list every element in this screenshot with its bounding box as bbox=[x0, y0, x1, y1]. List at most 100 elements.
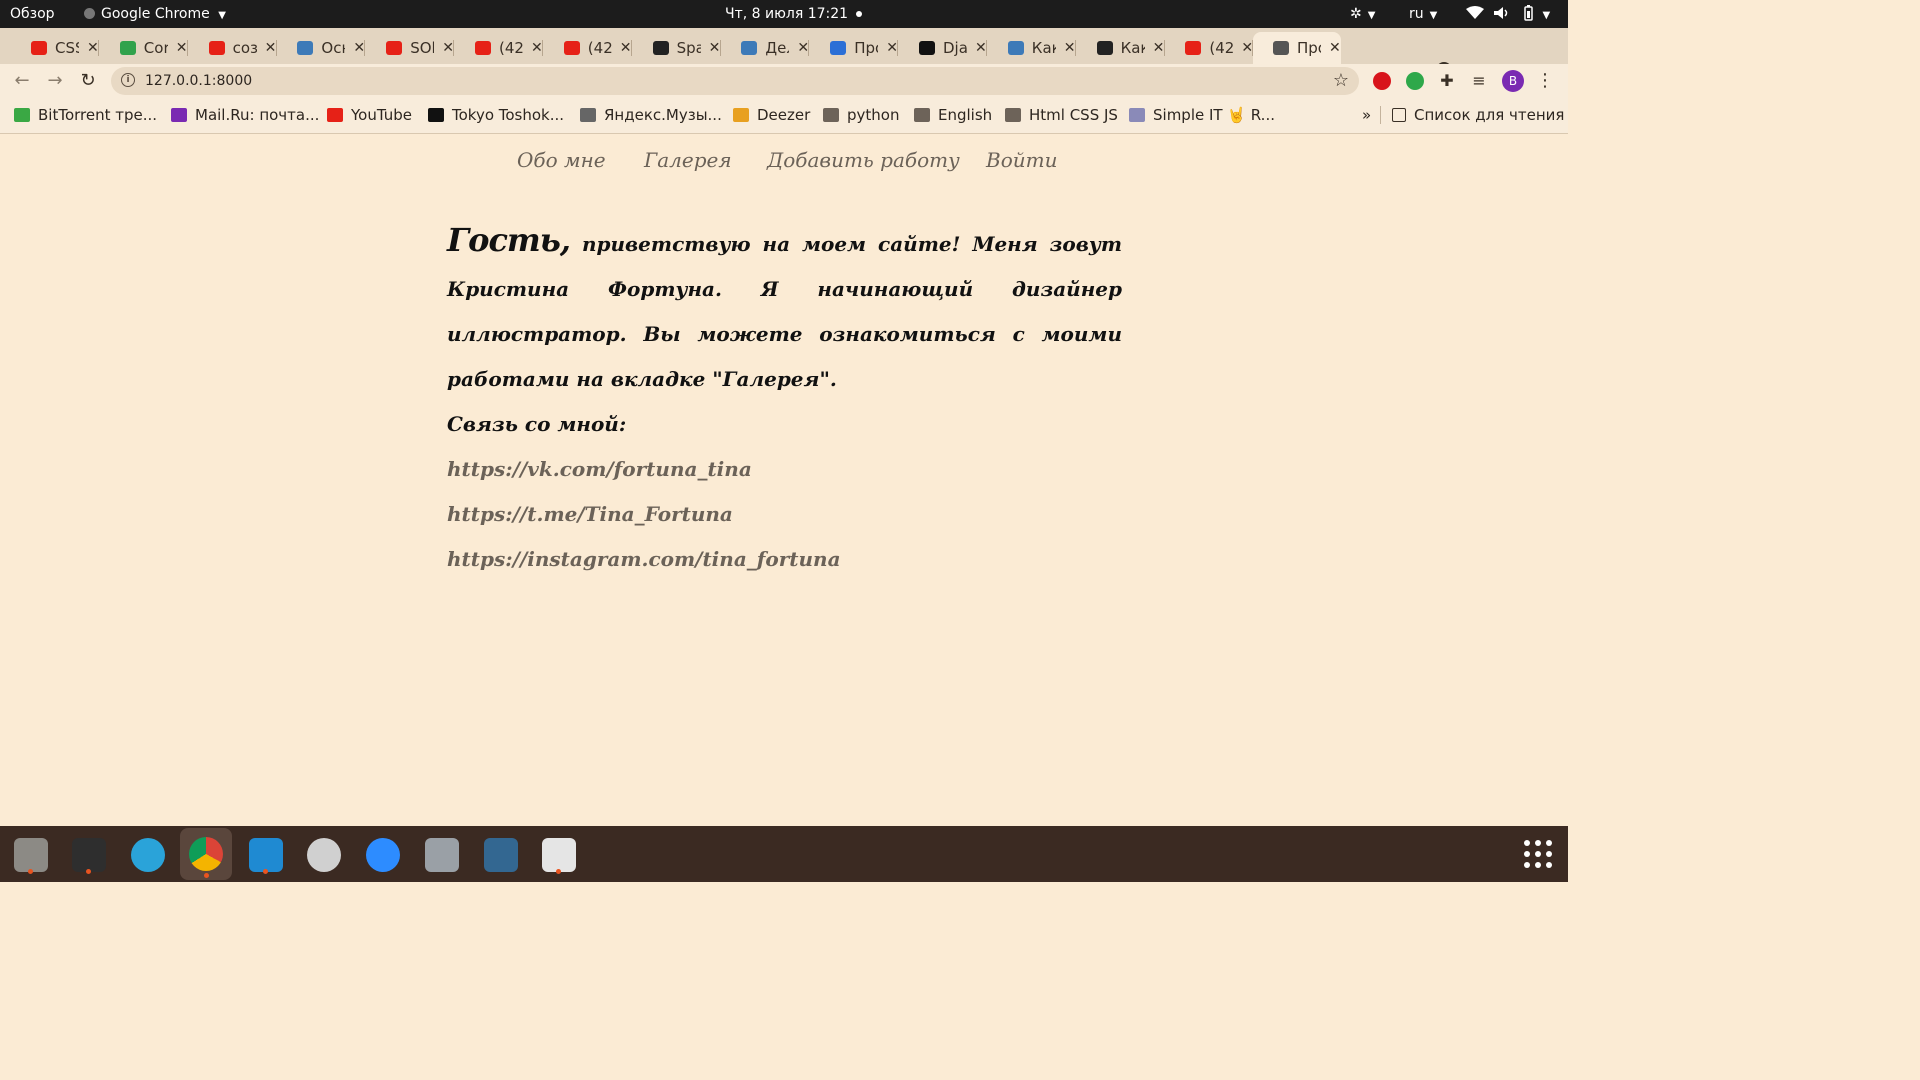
back-arrow-icon[interactable]: ← bbox=[9, 68, 35, 94]
zoom-icon[interactable] bbox=[360, 832, 404, 876]
tab-2[interactable]: Cor ✕ bbox=[100, 32, 188, 64]
app-menu[interactable]: Google Chrome ▼ bbox=[84, 0, 226, 28]
browser-toolbar: ← → ↻ i 127.0.0.1:8000 ☆ ✚ ≡ B ⋮ bbox=[0, 64, 1568, 98]
bookmark-4[interactable]: Tokyo Toshok... bbox=[428, 98, 564, 132]
tab-10[interactable]: Про ✕ bbox=[810, 32, 899, 64]
disk-tool-icon-glyph bbox=[307, 838, 341, 872]
activities-button[interactable]: Обзор bbox=[10, 0, 55, 28]
tab-close-icon[interactable]: ✕ bbox=[1064, 38, 1076, 58]
tab-6[interactable]: (42 ✕ bbox=[455, 32, 543, 64]
database-icon[interactable] bbox=[419, 832, 463, 876]
tab-7[interactable]: (42 ✕ bbox=[544, 32, 632, 64]
tab-14[interactable]: (42 ✕ bbox=[1165, 32, 1254, 64]
clock[interactable]: Чт, 8 июля 17:21 bbox=[725, 0, 863, 28]
tab-close-icon[interactable]: ✕ bbox=[709, 38, 721, 58]
vk-link[interactable]: https://vk.com/fortuna_tina bbox=[447, 447, 1122, 492]
tab-12[interactable]: Как ✕ bbox=[988, 32, 1076, 64]
tab-4[interactable]: Осн ✕ bbox=[277, 32, 366, 64]
tab-close-icon[interactable]: ✕ bbox=[620, 38, 632, 58]
forward-arrow-icon[interactable]: → bbox=[42, 68, 68, 94]
site-info-icon[interactable]: i bbox=[121, 73, 135, 87]
telegram-link[interactable]: https://t.me/Tina_Fortuna bbox=[447, 492, 1122, 537]
tab-9[interactable]: Дел ✕ bbox=[721, 32, 810, 64]
play-icon bbox=[580, 108, 596, 122]
youtube-icon bbox=[208, 41, 225, 55]
tab-5[interactable]: SOl ✕ bbox=[366, 32, 455, 64]
tab-close-icon[interactable]: ✕ bbox=[353, 38, 365, 58]
reading-list-label: Список для чтения bbox=[1414, 106, 1565, 124]
bookmark-label: Tokyo Toshok... bbox=[452, 106, 565, 124]
nav-gallery[interactable]: Галерея bbox=[644, 148, 732, 172]
tab-close-icon[interactable]: ✕ bbox=[975, 38, 987, 58]
bookmarks-overflow-button[interactable]: » bbox=[1362, 98, 1371, 132]
extensions-puzzle-icon[interactable]: ✚ bbox=[1434, 68, 1460, 94]
bookmark-label: Mail.Ru: почта... bbox=[195, 106, 320, 124]
text-editor-icon[interactable] bbox=[536, 832, 580, 876]
tab-close-icon[interactable]: ✕ bbox=[1329, 38, 1341, 58]
bookmark-5[interactable]: Яндекс.Музы... bbox=[580, 98, 722, 132]
files-icon[interactable] bbox=[8, 832, 52, 876]
chrome-icon[interactable] bbox=[180, 828, 232, 880]
ubuntu-dock bbox=[0, 826, 1568, 882]
postgresql-icon[interactable] bbox=[478, 832, 522, 876]
globe-icon bbox=[1273, 41, 1289, 55]
reload-icon[interactable]: ↻ bbox=[75, 68, 101, 94]
folder-icon bbox=[1005, 108, 1021, 122]
reading-list-button[interactable]: Список для чтения bbox=[1392, 98, 1564, 132]
media-control-icon[interactable]: ≡ bbox=[1466, 68, 1492, 94]
telegram-icon[interactable] bbox=[125, 832, 169, 876]
tokyo-icon bbox=[428, 108, 444, 122]
bookmark-9[interactable]: Html CSS JS bbox=[1005, 98, 1118, 132]
tab-13[interactable]: Как ✕ bbox=[1077, 32, 1165, 64]
bookmark-7[interactable]: python bbox=[823, 98, 899, 132]
stripe-icon bbox=[830, 41, 847, 55]
accessibility-icon[interactable]: ✲ ▼ bbox=[1350, 0, 1375, 28]
app-name: Google Chrome bbox=[101, 6, 210, 22]
contact-heading: Связь со мной: bbox=[447, 412, 627, 436]
tab-close-icon[interactable]: ✕ bbox=[176, 38, 188, 58]
tab-3[interactable]: соз ✕ bbox=[189, 32, 277, 64]
bookmark-star-icon[interactable]: ☆ bbox=[1333, 67, 1349, 95]
kebab-menu-icon[interactable]: ⋮ bbox=[1532, 68, 1558, 94]
battery-icon[interactable]: ▼ bbox=[1520, 0, 1550, 28]
tab-close-icon[interactable]: ✕ bbox=[886, 38, 898, 58]
language-indicator[interactable]: ru ▼ bbox=[1409, 0, 1437, 28]
bookmark-10[interactable]: Simple IT 🤘 R... bbox=[1129, 98, 1275, 132]
bookmark-8[interactable]: English bbox=[914, 98, 992, 132]
bookmark-3[interactable]: YouTube bbox=[327, 98, 412, 132]
bookmark-label: English bbox=[938, 106, 993, 124]
profile-avatar[interactable]: B bbox=[1502, 70, 1524, 92]
tab-11[interactable]: Dja ✕ bbox=[899, 32, 987, 64]
bookmark-1[interactable]: BitTorrent тре... bbox=[14, 98, 157, 132]
nav-login[interactable]: Войти bbox=[986, 148, 1057, 172]
tab-title: (42 bbox=[587, 39, 612, 57]
nav-about[interactable]: Обо мне bbox=[517, 148, 606, 172]
wifi-icon[interactable] bbox=[1466, 0, 1484, 28]
tab-close-icon[interactable]: ✕ bbox=[531, 38, 543, 58]
tab-15[interactable]: Про ✕ bbox=[1253, 32, 1341, 64]
volume-icon[interactable] bbox=[1493, 0, 1511, 28]
tab-close-icon[interactable]: ✕ bbox=[797, 38, 809, 58]
bookmark-2[interactable]: Mail.Ru: почта... bbox=[171, 98, 319, 132]
tab-close-icon[interactable]: ✕ bbox=[1241, 38, 1253, 58]
nav-add-work[interactable]: Добавить работу bbox=[767, 148, 960, 172]
instagram-link[interactable]: https://instagram.com/tina_fortuna bbox=[447, 537, 1122, 582]
tab-strip: CSS ✕ Cor ✕ соз ✕ Осн ✕ SOl ✕ (42 ✕ (42 ✕ Spa ✕ Дел ✕ Про ✕… bbox=[0, 28, 1568, 82]
url-text[interactable]: 127.0.0.1:8000 bbox=[145, 67, 252, 95]
show-applications-icon[interactable] bbox=[1524, 840, 1552, 868]
terminal-icon[interactable] bbox=[66, 832, 110, 876]
adblock-extension-icon[interactable] bbox=[1373, 72, 1391, 90]
caret-down-icon: ▼ bbox=[218, 10, 226, 21]
tab-close-icon[interactable]: ✕ bbox=[265, 38, 277, 58]
address-bar[interactable]: i 127.0.0.1:8000 ☆ bbox=[111, 67, 1359, 95]
vpn-extension-icon[interactable] bbox=[1406, 72, 1424, 90]
bookmark-6[interactable]: Deezer bbox=[733, 98, 810, 132]
tab-1[interactable]: CSS ✕ bbox=[11, 32, 99, 64]
vscode-icon[interactable] bbox=[243, 832, 287, 876]
tab-8[interactable]: Spa ✕ bbox=[633, 32, 721, 64]
bookmark-divider bbox=[1380, 106, 1381, 124]
disk-tool-icon[interactable] bbox=[301, 832, 345, 876]
tab-close-icon[interactable]: ✕ bbox=[442, 38, 454, 58]
tab-close-icon[interactable]: ✕ bbox=[1153, 38, 1165, 58]
tab-close-icon[interactable]: ✕ bbox=[87, 38, 99, 58]
